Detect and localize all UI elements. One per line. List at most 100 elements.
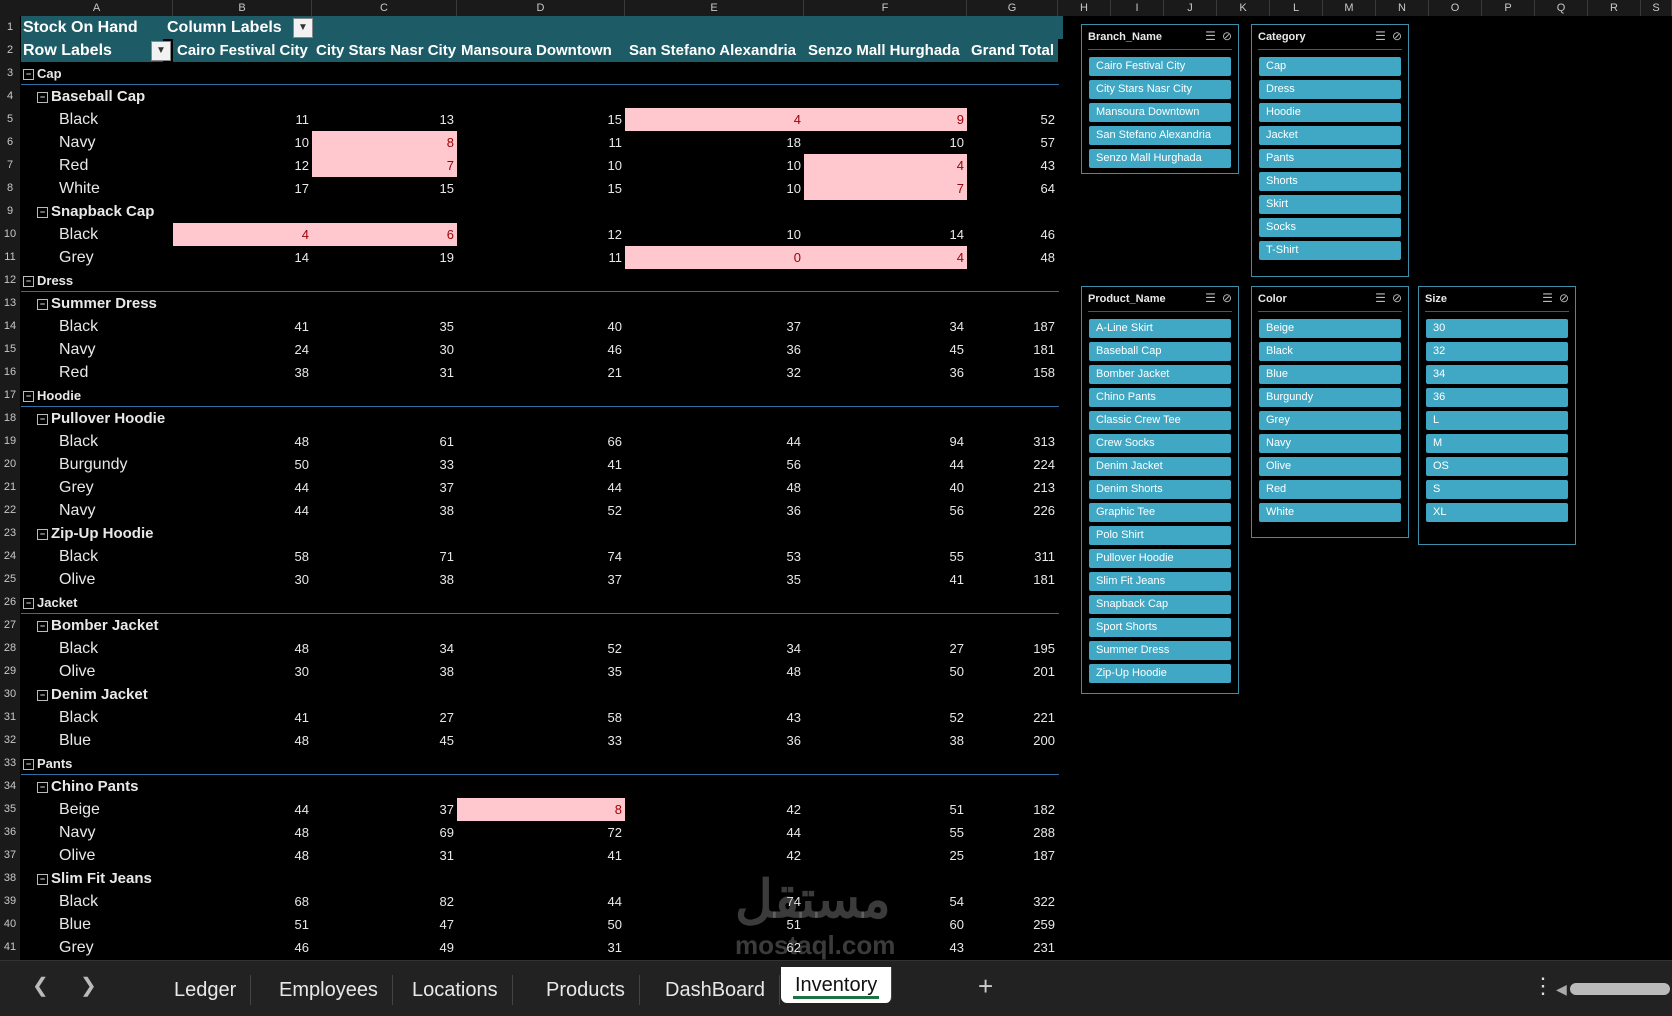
prev-sheet-icon[interactable]: ❮: [32, 973, 49, 998]
slicer-item[interactable]: L: [1426, 411, 1568, 430]
color-row-label[interactable]: Black: [59, 430, 189, 453]
stock-value-cell[interactable]: 37: [457, 568, 625, 591]
grand-total-cell[interactable]: 221: [967, 706, 1058, 729]
slicer-item[interactable]: Graphic Tee: [1089, 503, 1231, 522]
stock-value-cell[interactable]: 44: [173, 499, 312, 522]
multi-select-icon[interactable]: ☰: [1205, 29, 1216, 43]
stock-value-cell[interactable]: 55: [804, 545, 967, 568]
stock-value-cell[interactable]: 66: [457, 430, 625, 453]
stock-value-cell[interactable]: 50: [804, 660, 967, 683]
stock-value-cell[interactable]: 53: [625, 545, 804, 568]
slicer-item[interactable]: Red: [1259, 480, 1401, 499]
stock-value-cell[interactable]: 19: [312, 246, 457, 269]
grand-total-cell[interactable]: 64: [967, 177, 1058, 200]
row-number[interactable]: 18: [0, 407, 20, 430]
stock-value-cell[interactable]: 52: [804, 706, 967, 729]
row-number[interactable]: 11: [0, 246, 20, 269]
stock-value-cell[interactable]: 10: [173, 131, 312, 154]
more-options-icon[interactable]: ⋮: [1532, 973, 1554, 999]
branch-header[interactable]: San Stefano Alexandria: [625, 39, 804, 62]
column-header-f[interactable]: F: [804, 0, 967, 16]
row-number[interactable]: 23: [0, 522, 20, 545]
product-row-label[interactable]: − Chino Pants: [37, 775, 337, 798]
slicer-item[interactable]: Jacket: [1259, 126, 1401, 145]
row-number[interactable]: 8: [0, 177, 20, 200]
slicer-item[interactable]: Dress: [1259, 80, 1401, 99]
slicer-item[interactable]: A-Line Skirt: [1089, 319, 1231, 338]
grand-total-cell[interactable]: 187: [967, 315, 1058, 338]
column-header-i[interactable]: I: [1111, 0, 1164, 16]
column-header-h[interactable]: H: [1058, 0, 1111, 16]
color-row-label[interactable]: Navy: [59, 821, 189, 844]
stock-value-cell[interactable]: 38: [173, 361, 312, 384]
slicer-item[interactable]: M: [1426, 434, 1568, 453]
product-row-label[interactable]: − Pullover Hoodie: [37, 407, 337, 430]
stock-value-cell[interactable]: 56: [804, 499, 967, 522]
stock-value-cell[interactable]: 50: [457, 913, 625, 936]
collapse-icon[interactable]: −: [37, 620, 48, 632]
stock-value-cell[interactable]: 4: [804, 154, 967, 177]
row-number[interactable]: 5: [0, 108, 20, 131]
slicer-item[interactable]: Grey: [1259, 411, 1401, 430]
stock-value-cell[interactable]: 41: [173, 315, 312, 338]
color-row-label[interactable]: Black: [59, 108, 189, 131]
product-row-label[interactable]: − Summer Dress: [37, 292, 337, 315]
clear-filter-icon[interactable]: ⊘: [1222, 29, 1232, 43]
color-row-label[interactable]: Blue: [59, 729, 189, 752]
stock-value-cell[interactable]: 44: [173, 798, 312, 821]
grand-total-cell[interactable]: 213: [967, 476, 1058, 499]
color-row-label[interactable]: Olive: [59, 660, 189, 683]
color-row-label[interactable]: Olive: [59, 844, 189, 867]
stock-value-cell[interactable]: 41: [457, 453, 625, 476]
stock-value-cell[interactable]: 12: [173, 154, 312, 177]
row-number[interactable]: 1: [0, 16, 20, 39]
grand-total-cell[interactable]: 200: [967, 729, 1058, 752]
stock-value-cell[interactable]: 37: [312, 476, 457, 499]
stock-value-cell[interactable]: 11: [457, 131, 625, 154]
grand-total-cell[interactable]: 195: [967, 637, 1058, 660]
color-row-label[interactable]: Red: [59, 361, 189, 384]
slicer-item[interactable]: Chino Pants: [1089, 388, 1231, 407]
branch-slicer[interactable]: Branch_Name ☰ ⊘ Cairo Festival City City Sta…: [1081, 24, 1239, 174]
stock-value-cell[interactable]: 41: [804, 568, 967, 591]
stock-value-cell[interactable]: 38: [804, 729, 967, 752]
product-row-label[interactable]: − Bomber Jacket: [37, 614, 337, 637]
slicer-item[interactable]: Beige: [1259, 319, 1401, 338]
stock-value-cell[interactable]: 30: [173, 568, 312, 591]
stock-value-cell[interactable]: 45: [804, 338, 967, 361]
multi-select-icon[interactable]: ☰: [1542, 291, 1553, 305]
stock-value-cell[interactable]: 24: [173, 338, 312, 361]
stock-value-cell[interactable]: 58: [173, 545, 312, 568]
stock-value-cell[interactable]: 40: [804, 476, 967, 499]
multi-select-icon[interactable]: ☰: [1375, 29, 1386, 43]
grand-total-cell[interactable]: 181: [967, 568, 1058, 591]
grand-total-cell[interactable]: 288: [967, 821, 1058, 844]
row-number[interactable]: 2: [0, 39, 20, 62]
row-number[interactable]: 13: [0, 292, 20, 315]
branch-header[interactable]: Mansoura Downtown: [457, 39, 625, 62]
stock-value-cell[interactable]: 61: [312, 430, 457, 453]
stock-value-cell[interactable]: 36: [625, 338, 804, 361]
stock-value-cell[interactable]: 52: [457, 637, 625, 660]
slicer-item[interactable]: White: [1259, 503, 1401, 522]
row-number[interactable]: 12: [0, 269, 20, 292]
slicer-item[interactable]: S: [1426, 480, 1568, 499]
row-number[interactable]: 4: [0, 85, 20, 108]
next-sheet-icon[interactable]: ❯: [80, 973, 97, 998]
row-number[interactable]: 28: [0, 637, 20, 660]
slicer-item[interactable]: Socks: [1259, 218, 1401, 237]
stock-value-cell[interactable]: 48: [173, 844, 312, 867]
slicer-item[interactable]: Slim Fit Jeans: [1089, 572, 1231, 591]
branch-header[interactable]: Senzo Mall Hurghada: [804, 39, 967, 62]
stock-value-cell[interactable]: 11: [457, 246, 625, 269]
stock-value-cell[interactable]: 0: [625, 246, 804, 269]
stock-value-cell[interactable]: 48: [625, 660, 804, 683]
color-row-label[interactable]: Blue: [59, 913, 189, 936]
stock-value-cell[interactable]: 30: [173, 660, 312, 683]
stock-value-cell[interactable]: 48: [173, 430, 312, 453]
grand-total-cell[interactable]: 231: [967, 936, 1058, 959]
stock-value-cell[interactable]: 33: [457, 729, 625, 752]
grand-total-cell[interactable]: 322: [967, 890, 1058, 913]
row-number[interactable]: 21: [0, 476, 20, 499]
branch-header[interactable]: City Stars Nasr City: [312, 39, 457, 62]
